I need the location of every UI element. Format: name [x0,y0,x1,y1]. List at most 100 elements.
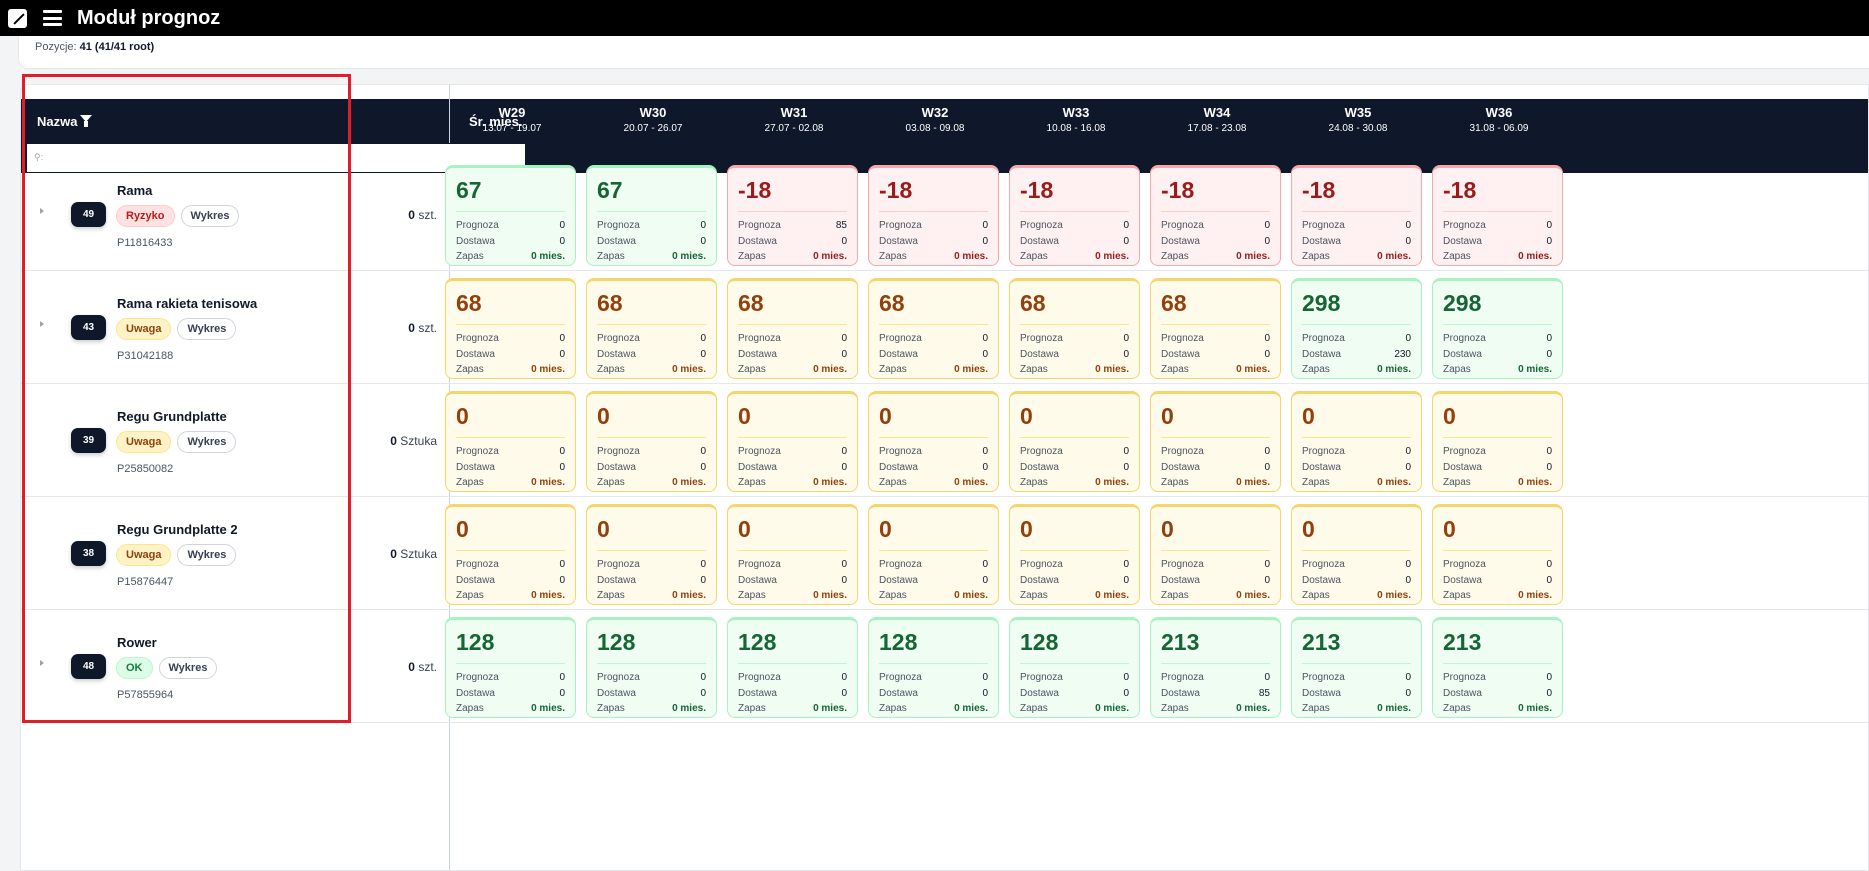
week-cell[interactable]: 0 Prognoza 0 Dostawa 0 Zapas 0 mies. [727,391,858,492]
table-row: 38 Regu Grundplatte 2 Uwaga Wykres P15876447… [21,497,1868,610]
cell-divider [1020,437,1129,438]
week-cell[interactable]: 0 Prognoza 0 Dostawa 0 Zapas 0 mies. [1432,391,1563,492]
stock-label: Zapas [456,703,484,715]
week-number: W35 [1344,105,1372,120]
app-logo-icon[interactable] [8,8,27,28]
caret-right-icon[interactable] [40,660,44,666]
chart-button[interactable]: Wykres [158,657,218,679]
week-cell[interactable]: 213 Prognoza 0 Dostawa 0 Zapas 0 mies. [1432,617,1563,718]
delivery-line: Dostawa 0 [879,347,988,363]
week-cell[interactable]: -18 Prognoza 0 Dostawa 0 Zapas 0 mies. [1432,165,1563,266]
stock-line: Zapas 0 mies. [1302,249,1411,265]
week-cell[interactable]: 128 Prognoza 0 Dostawa 0 Zapas 0 mies. [727,617,858,718]
stock-line: Zapas 0 mies. [1161,475,1270,491]
week-cell[interactable]: 213 Prognoza 0 Dostawa 0 Zapas 0 mies. [1291,617,1422,718]
week-cell[interactable]: 68 Prognoza 0 Dostawa 0 Zapas 0 mies. [1009,278,1140,379]
week-cell[interactable]: 128 Prognoza 0 Dostawa 0 Zapas 0 mies. [445,617,576,718]
stock-line: Zapas 0 mies. [597,475,706,491]
stock-line: Zapas 0 mies. [456,475,565,491]
delivery-label: Dostawa [1020,574,1059,586]
funnel-icon[interactable] [80,115,93,127]
forecast-label: Prognoza [738,333,781,345]
week-cell[interactable]: 128 Prognoza 0 Dostawa 0 Zapas 0 mies. [586,617,717,718]
stock-label: Zapas [879,703,907,715]
stock-balance: 213 [1161,629,1200,655]
week-cell[interactable]: 0 Prognoza 0 Dostawa 0 Zapas 0 mies. [445,391,576,492]
forecast-value: 0 [982,220,988,232]
stock-value: 0 mies. [1518,364,1552,376]
week-cell[interactable]: 0 Prognoza 0 Dostawa 0 Zapas 0 mies. [1009,504,1140,605]
week-cell[interactable]: 67 Prognoza 0 Dostawa 0 Zapas 0 mies. [586,165,717,266]
week-cell[interactable]: -18 Prognoza 0 Dostawa 0 Zapas 0 mies. [1291,165,1422,266]
week-cell[interactable]: 0 Prognoza 0 Dostawa 0 Zapas 0 mies. [1150,391,1281,492]
forecast-line: Prognoza 0 [456,557,565,573]
week-cell[interactable]: 0 Prognoza 0 Dostawa 0 Zapas 0 mies. [1291,504,1422,605]
delivery-label: Dostawa [738,461,777,473]
delivery-line: Dostawa 0 [1443,573,1552,589]
week-cell[interactable]: 0 Prognoza 0 Dostawa 0 Zapas 0 mies. [868,504,999,605]
delivery-value: 0 [1123,235,1129,247]
week-cell[interactable]: 0 Prognoza 0 Dostawa 0 Zapas 0 mies. [1009,391,1140,492]
stock-balance: 0 [738,403,751,429]
week-cell[interactable]: 67 Prognoza 0 Dostawa 0 Zapas 0 mies. [445,165,576,266]
week-range: 10.08 - 16.08 [1046,123,1106,134]
chart-button[interactable]: Wykres [177,544,237,566]
week-cell[interactable]: 298 Prognoza 0 Dostawa 0 Zapas 0 mies. [1432,278,1563,379]
week-cell[interactable]: 0 Prognoza 0 Dostawa 0 Zapas 0 mies. [1432,504,1563,605]
cell-divider [1302,324,1411,325]
week-cell[interactable]: 0 Prognoza 0 Dostawa 0 Zapas 0 mies. [586,504,717,605]
delivery-value: 0 [700,687,706,699]
week-cell[interactable]: 298 Prognoza 0 Dostawa 230 Zapas 0 mies. [1291,278,1422,379]
item-name: Regu Grundplatte 2 [117,522,238,537]
week-cell[interactable]: 128 Prognoza 0 Dostawa 0 Zapas 0 mies. [868,617,999,718]
delivery-value: 0 [700,235,706,247]
forecast-label: Prognoza [738,559,781,571]
column-header-name[interactable]: Nazwa [37,99,93,143]
week-cell[interactable]: -18 Prognoza 0 Dostawa 0 Zapas 0 mies. [868,165,999,266]
chart-button[interactable]: Wykres [177,318,237,340]
forecast-line: Prognoza 0 [1302,218,1411,234]
stock-label: Zapas [1443,477,1471,489]
forecast-line: Prognoza 0 [456,444,565,460]
week-cell[interactable]: 0 Prognoza 0 Dostawa 0 Zapas 0 mies. [868,391,999,492]
delivery-line: Dostawa 0 [456,573,565,589]
stock-balance: -18 [879,177,913,203]
week-cell[interactable]: 0 Prognoza 0 Dostawa 0 Zapas 0 mies. [445,504,576,605]
forecast-value: 0 [1264,559,1270,571]
stock-label: Zapas [1302,590,1330,602]
delivery-line: Dostawa 0 [879,573,988,589]
hamburger-icon[interactable] [43,10,62,26]
week-header-w35: W35 24.08 - 30.08 [1288,105,1428,134]
week-cell[interactable]: 68 Prognoza 0 Dostawa 0 Zapas 0 mies. [727,278,858,379]
delivery-label: Dostawa [879,348,918,360]
caret-right-icon[interactable] [40,208,44,214]
stock-line: Zapas 0 mies. [879,588,988,604]
caret-right-icon[interactable] [40,321,44,327]
stock-balance: 0 [597,403,610,429]
week-cell[interactable]: -18 Prognoza 0 Dostawa 0 Zapas 0 mies. [1009,165,1140,266]
week-cell[interactable]: 0 Prognoza 0 Dostawa 0 Zapas 0 mies. [1291,391,1422,492]
week-cell[interactable]: 0 Prognoza 0 Dostawa 0 Zapas 0 mies. [586,391,717,492]
stock-value: 0 mies. [531,251,565,263]
status-badge: Uwaga [116,544,172,566]
stock-value: 0 mies. [954,703,988,715]
delivery-line: Dostawa 0 [738,347,847,363]
week-cell[interactable]: 68 Prognoza 0 Dostawa 0 Zapas 0 mies. [1150,278,1281,379]
week-cell[interactable]: 0 Prognoza 0 Dostawa 0 Zapas 0 mies. [1150,504,1281,605]
week-cell[interactable]: 68 Prognoza 0 Dostawa 0 Zapas 0 mies. [445,278,576,379]
chart-button[interactable]: Wykres [177,431,237,453]
week-cell[interactable]: 128 Prognoza 0 Dostawa 0 Zapas 0 mies. [1009,617,1140,718]
cell-divider [597,663,706,664]
delivery-line: Dostawa 0 [597,347,706,363]
forecast-label: Prognoza [456,220,499,232]
week-cell[interactable]: 213 Prognoza 0 Dostawa 85 Zapas 0 mies. [1150,617,1281,718]
chart-button[interactable]: Wykres [180,205,240,227]
week-cell[interactable]: 68 Prognoza 0 Dostawa 0 Zapas 0 mies. [868,278,999,379]
cell-divider [1302,663,1411,664]
delivery-line: Dostawa 0 [1161,347,1270,363]
week-cell[interactable]: 0 Prognoza 0 Dostawa 0 Zapas 0 mies. [727,504,858,605]
week-cell[interactable]: -18 Prognoza 85 Dostawa 0 Zapas 0 mies. [727,165,858,266]
week-cell[interactable]: -18 Prognoza 0 Dostawa 0 Zapas 0 mies. [1150,165,1281,266]
week-cell[interactable]: 68 Prognoza 0 Dostawa 0 Zapas 0 mies. [586,278,717,379]
positions-value: 41 (41/41 root) [79,41,155,53]
